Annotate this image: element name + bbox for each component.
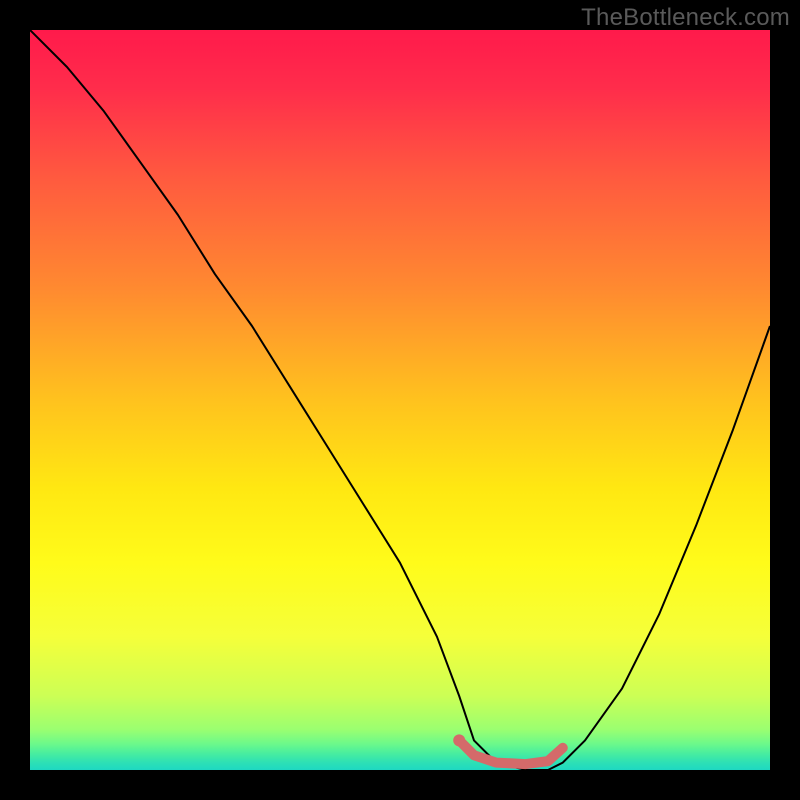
- main-curve: [30, 30, 770, 770]
- chart-frame: TheBottleneck.com: [0, 0, 800, 800]
- marker-dot-icon: [453, 734, 465, 746]
- chart-lines: [30, 30, 770, 770]
- marker-segment: [459, 740, 563, 764]
- plot-area: [30, 30, 770, 770]
- watermark-text: TheBottleneck.com: [581, 4, 790, 32]
